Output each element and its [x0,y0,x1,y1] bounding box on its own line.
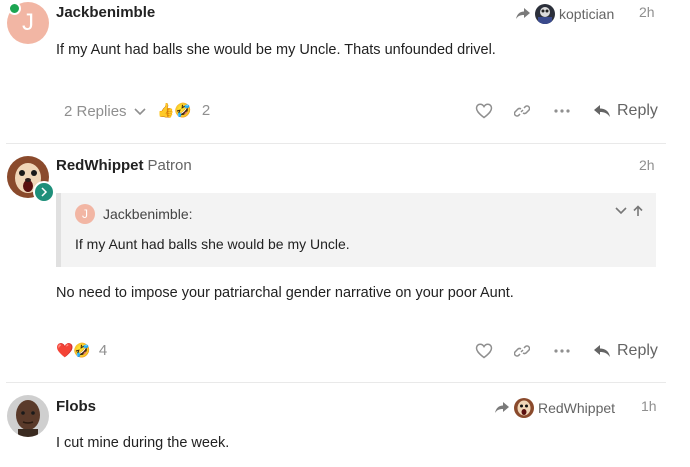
post-body: I cut mine during the week. [56,435,230,451]
post-redwhippet: RedWhippet Patron 2h J Jackbenimble: If m… [0,144,690,382]
post-body: If my Aunt had balls she would be my Unc… [56,42,496,58]
post-flobs: Flobs RedWhippet 1h I cut mine during th… [0,383,690,467]
username[interactable]: Flobs [56,398,96,415]
chevron-down-icon[interactable] [614,205,628,217]
quote-controls [614,205,644,217]
avatar[interactable] [7,395,49,437]
reaction-count: 4 [98,342,108,359]
heart-icon [475,343,493,359]
reply-to-tab[interactable]: RedWhippet [494,398,615,418]
arrow-up-icon[interactable] [632,205,644,217]
flair-badge [33,181,55,203]
quote-avatar: J [75,204,95,224]
quote-text: If my Aunt had balls she would be my Unc… [75,236,350,252]
reply-to-username: RedWhippet [538,400,616,416]
post-body: No need to impose your patriarchal gende… [56,285,514,301]
chevron-down-icon [133,107,146,115]
post-time[interactable]: 1h [641,398,657,414]
reply-button[interactable]: Reply [593,102,658,120]
post-time[interactable]: 2h [639,4,655,20]
link-icon [514,105,530,117]
username[interactable]: Jackbenimble [56,4,155,21]
reply-arrow-icon [594,345,610,357]
reaction-emojis: 👍🤣 [157,102,192,118]
quote-avatar-letter: J [82,207,88,221]
reply-label: Reply [617,342,658,359]
more-options-button[interactable] [550,339,574,363]
flair-icon [41,187,48,197]
quote-header: J Jackbenimble: [75,204,193,224]
more-options-button[interactable] [550,99,574,123]
online-indicator [8,2,21,15]
avatar-letter: J [22,9,34,36]
post-time[interactable]: 2h [639,157,655,173]
replies-label: 2 Replies [64,103,127,120]
username[interactable]: RedWhippet Patron [56,157,192,174]
heart-icon [475,103,493,119]
post-jackbenimble: J Jackbenimble koptician 2h If my Aunt h… [0,0,690,143]
replies-toggle[interactable]: 2 Replies [64,103,147,120]
reply-label: Reply [617,102,658,119]
quote-author: Jackbenimble: [103,206,193,222]
user-title: Patron [147,157,192,174]
more-icon [554,109,570,113]
quote-block: J Jackbenimble: If my Aunt had balls she… [56,193,656,267]
reply-to-avatar [514,398,534,418]
reactions[interactable]: 👍🤣 2 [157,102,210,119]
reply-to-username: koptician [559,6,615,22]
like-button[interactable] [472,339,496,363]
reply-button[interactable]: Reply [593,342,658,360]
reaction-emojis: ❤️🤣 [56,342,91,358]
username-text: RedWhippet [56,157,144,174]
share-link-button[interactable] [510,339,534,363]
share-arrow-icon [516,8,530,19]
reply-arrow-icon [594,105,610,117]
reaction-count: 2 [201,102,211,119]
link-icon [514,345,530,357]
reply-to-avatar [535,4,555,24]
more-icon [554,349,570,353]
like-button[interactable] [472,99,496,123]
share-link-button[interactable] [510,99,534,123]
reactions[interactable]: ❤️🤣 4 [56,342,107,359]
share-arrow-icon [495,402,509,413]
reply-to-tab[interactable]: koptician [515,4,614,24]
